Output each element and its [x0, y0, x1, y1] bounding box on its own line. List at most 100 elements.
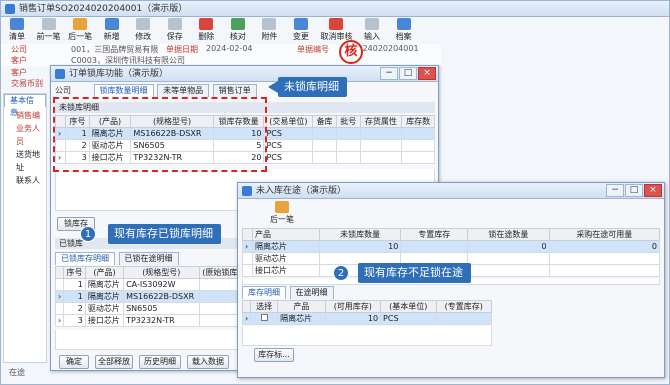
- toolbar-prev-button[interactable]: 前一笔: [35, 18, 63, 42]
- locked-section-label: 已锁库: [59, 239, 83, 248]
- header-fields: 公司 001，三国品牌贸易有限 单据日期 2024-02-04 单据编号 SO2…: [1, 44, 441, 66]
- transit-col-unlocked: 未锁库数量: [318, 228, 402, 241]
- prev-icon: [41, 18, 56, 30]
- lock-window-tabbar: 公司 锁库数量明细 未等单物品 销售订单: [55, 84, 436, 98]
- main-window-titlebar: 销售订单SO2024020204001（演示版）: [1, 1, 669, 17]
- transit-col-locked: 锁在途数量: [467, 228, 550, 241]
- locked-table-blank: [55, 330, 241, 350]
- date-label: 单据日期: [166, 45, 198, 54]
- toolbar-unaudit-button[interactable]: 取消审核: [318, 18, 354, 42]
- toolbar-archive-button[interactable]: 档案: [390, 18, 418, 42]
- tab-lock-detail[interactable]: 锁库数量明细: [93, 84, 154, 97]
- table-row[interactable]: › 隔离芯片 10 PCS: [241, 312, 493, 325]
- table-row[interactable]: › 3 接口芯片 TP3232N-TR: [54, 314, 242, 327]
- archive-icon: [396, 18, 411, 30]
- stock-table: 选择 产品 (可用库存) (基本单位) (专置库存) › 隔离芯片 10 PCS: [241, 300, 493, 325]
- stock-col-unit: (基本单位): [380, 300, 437, 313]
- callout-unlocked: 未锁库明细: [278, 77, 347, 97]
- tab-sales-order[interactable]: 销售订单: [212, 84, 257, 97]
- locked-tabbar: 已锁库存明细 已锁在途明细: [55, 252, 241, 265]
- toolbar-check-button[interactable]: 核对: [224, 18, 252, 42]
- left-item-contact: 联系人: [16, 176, 40, 185]
- callout-locked-stock: 现有库存已锁库明细: [108, 224, 221, 244]
- left-tab-panel: 基本信息 销售编 业务人员 送货地址 联系人: [3, 93, 47, 363]
- tab-locked-transit[interactable]: 已锁在途明细: [118, 252, 179, 265]
- lock-window-title: 订单锁库功能（演示版）: [69, 69, 169, 79]
- transit-col-reserved: 专置库存: [400, 228, 469, 241]
- toolbar-change-button[interactable]: 变更: [287, 18, 315, 42]
- new-icon: [104, 18, 119, 30]
- app-icon: [55, 69, 65, 79]
- callout-number-1: 1: [80, 226, 96, 242]
- check-icon: [230, 18, 245, 30]
- transit-next-button[interactable]: 后一笔: [268, 201, 296, 225]
- select-checkbox[interactable]: [260, 314, 268, 321]
- left-labels: 客户 交易币别: [11, 67, 43, 89]
- col-reserve: 备库: [312, 115, 337, 128]
- toolbar-attachment-button[interactable]: 附件: [255, 18, 283, 42]
- locked-col-spec: (规格型号): [123, 266, 200, 279]
- confirm-button[interactable]: 确定: [59, 355, 89, 369]
- lock-company-label: 公司: [55, 86, 71, 95]
- audit-stamp: 核: [339, 40, 363, 64]
- left-label-currency: 交易币别: [11, 79, 43, 88]
- table-row[interactable]: › 1 隔离芯片 MS16622B-DSXR: [54, 290, 242, 303]
- input-icon: [365, 18, 380, 30]
- order-no-label: 单据编号: [297, 45, 329, 54]
- date-value[interactable]: 2024-02-04: [206, 44, 253, 53]
- col-unit: (交易单位): [263, 115, 314, 128]
- col-attr: 存货属性: [359, 115, 403, 128]
- toolbar-save-button[interactable]: 保存: [161, 18, 189, 42]
- left-tab-basic[interactable]: 基本信息: [4, 94, 46, 117]
- unlocked-highlight-box: [53, 97, 267, 172]
- transit-col-available: 采购在途可用量: [548, 228, 661, 241]
- main-toolbar: 清单 前一笔 后一笔 新增 修改 保存 删除 核对 附件 变更 取消审核 输入 …: [3, 18, 443, 44]
- locked-col-orig: (原始锁库: [198, 266, 242, 279]
- locked-table: 序号 (产品) (规格型号) (原始锁库 1 隔离芯片 CA-IS3092W › 1 隔…: [54, 266, 242, 327]
- main-status-text: 在途: [9, 368, 25, 377]
- left-item-sales: 销售编: [16, 111, 40, 120]
- toolbar-edit-button[interactable]: 修改: [129, 18, 157, 42]
- main-window-title: 销售订单SO2024020204001（演示版）: [19, 4, 188, 14]
- tab-unmatched-items[interactable]: 未等单物品: [157, 84, 210, 97]
- toolbar-next-button[interactable]: 后一笔: [66, 18, 94, 42]
- callout-transit-lock: 现有库存不足锁在途: [358, 263, 471, 283]
- table-row[interactable]: 1 隔离芯片 CA-IS3092W: [54, 278, 242, 291]
- close-icon[interactable]: ×: [418, 67, 436, 80]
- maximize-icon[interactable]: □: [625, 184, 643, 197]
- next-icon: [73, 18, 88, 30]
- lock-window-titlebar: 订单锁库功能（演示版） − □ ×: [51, 66, 438, 82]
- app-icon: [242, 186, 252, 196]
- load-data-button[interactable]: 载入数据: [187, 355, 229, 369]
- tab-transit-detail[interactable]: 在途明细: [289, 286, 334, 299]
- table-row[interactable]: 2 驱动芯片 SN6505: [54, 302, 242, 315]
- stock-table-blank: [242, 326, 492, 346]
- table-row[interactable]: › 隔离芯片 10 0 0: [242, 240, 661, 253]
- close-icon[interactable]: ×: [644, 184, 662, 197]
- tab-locked-stock[interactable]: 已锁库存明细: [55, 252, 115, 265]
- transit-toolbar: 后一笔: [268, 201, 297, 225]
- locked-col-no: 序号: [63, 266, 86, 279]
- stock-mark-button[interactable]: 库存标...: [254, 348, 294, 362]
- callout-pointer: [268, 81, 278, 93]
- left-label-customer: 客户: [11, 68, 27, 77]
- stock-col-available: (可用库存): [324, 300, 382, 313]
- minimize-icon[interactable]: −: [380, 67, 398, 80]
- minimize-icon[interactable]: −: [606, 184, 624, 197]
- transit-subtabs: 库存明细 在途明细: [242, 286, 492, 299]
- company-value[interactable]: 001，三国品牌贸易有限: [71, 44, 158, 55]
- release-all-button[interactable]: 全部释放: [95, 355, 133, 369]
- app-icon: [5, 4, 15, 14]
- col-stock: 库存数: [401, 115, 435, 128]
- toolbar-delete-button[interactable]: 删除: [192, 18, 220, 42]
- unaudit-icon: [329, 18, 344, 30]
- tab-stock-detail[interactable]: 库存明细: [242, 286, 286, 299]
- toolbar-input-button[interactable]: 输入: [358, 18, 386, 42]
- callout-number-2: 2: [333, 265, 349, 281]
- history-detail-button[interactable]: 历史明细: [139, 355, 181, 369]
- toolbar-list-button[interactable]: 清单: [3, 18, 31, 42]
- maximize-icon[interactable]: □: [399, 67, 417, 80]
- edit-icon: [136, 18, 151, 30]
- company-label: 公司: [11, 45, 27, 54]
- toolbar-new-button[interactable]: 新增: [98, 18, 126, 42]
